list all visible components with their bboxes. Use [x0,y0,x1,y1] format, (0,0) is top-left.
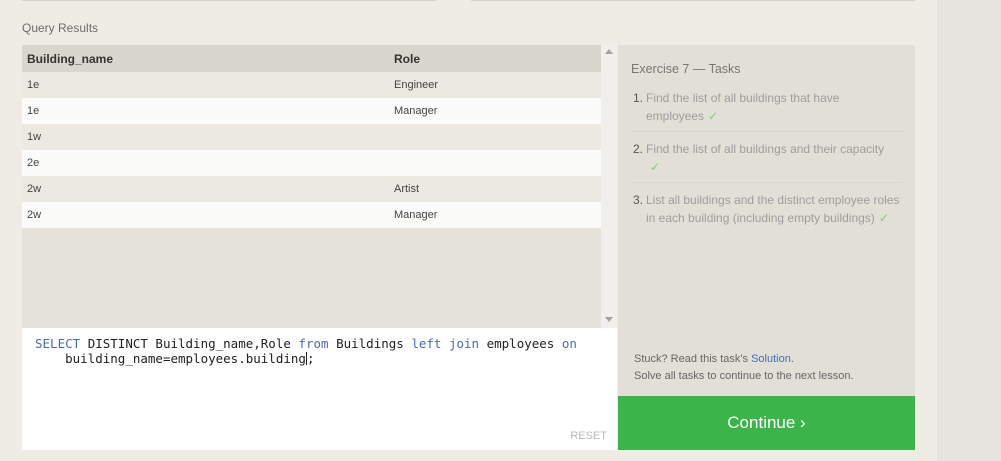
cell-building-name: 1e [27,105,40,117]
task-number: 3. [633,193,644,207]
table-row: 2w Artist [22,176,601,202]
task-text: Find the list of all buildings that have… [646,91,840,123]
solution-link[interactable]: Solution [751,353,791,365]
query-results-label: Query Results [22,21,99,35]
column-header-building-name: Building_name [27,52,114,66]
checkmark-icon: ✓ [650,160,661,174]
page-gutter [937,0,1001,461]
table-row: 2w Manager [22,202,601,228]
scroll-up-arrow-icon[interactable] [605,49,613,54]
cell-role: Manager [394,209,438,221]
results-header-row: Building_name Role [22,45,601,72]
cell-building-name: 1e [27,79,40,91]
checkmark-icon: ✓ [708,109,719,123]
reset-button[interactable]: RESET [570,430,607,442]
sql-keyword: from [298,336,329,351]
checkmark-icon: ✓ [878,211,889,225]
solve-all-note: Solve all tasks to continue to the next … [634,370,854,382]
cell-role: Manager [394,105,438,117]
table-row: 1e Manager [22,98,601,124]
task-text: List all buildings and the distinct empl… [646,193,900,225]
top-divider-left [22,0,436,1]
task-list: 1. Find the list of all buildings that h… [631,89,902,241]
cell-role: Engineer [394,79,439,91]
cell-role: Artist [394,183,420,195]
task-item: 3. List all buildings and the distinct e… [631,191,902,233]
task-text: Find the list of all buildings and their… [646,142,885,156]
task-number: 2. [633,142,644,156]
sql-text: building_name=employees.building [65,351,306,366]
sql-code[interactable]: SELECT DISTINCT Building_name,Role from … [35,336,595,366]
table-row: 1w [22,124,601,150]
sql-text: Buildings [336,336,404,351]
cell-building-name: 1w [27,131,42,143]
table-row: 2e [22,150,601,176]
task-number: 1. [633,91,644,105]
task-item: 1. Find the list of all buildings that h… [631,89,902,132]
cell-building-name: 2e [27,157,40,169]
scroll-down-arrow-icon[interactable] [605,317,613,322]
sql-keyword: on [561,336,577,351]
stuck-text: Stuck? Read this task's [634,353,748,365]
tasks-panel: Exercise 7 — Tasks 1. Find the list of a… [618,45,915,396]
exercise-title: Exercise 7 — Tasks [631,62,741,76]
cell-building-name: 2w [27,183,42,195]
stuck-suffix: . [790,353,794,365]
table-row: 1e Engineer [22,72,601,98]
column-header-role: Role [394,52,421,66]
cell-building-name: 2w [27,209,42,221]
sql-text: ; [306,351,315,366]
top-divider-right [471,0,915,1]
sql-editor[interactable]: SELECT DISTINCT Building_name,Role from … [22,328,617,450]
continue-button[interactable]: Continue › [618,396,915,450]
sql-text: DISTINCT Building_name,Role [87,336,291,351]
results-scrollbar[interactable] [601,45,617,328]
stuck-hint: Stuck? Read this task's Solution. [634,353,794,365]
task-item: 2. Find the list of all buildings and th… [631,140,902,183]
results-table[interactable]: Building_name Role 1e Engineer 1e Manage… [22,45,601,328]
sql-text: employees [486,336,555,351]
sql-keyword: SELECT [35,336,81,351]
sql-keyword: left join [411,336,480,351]
